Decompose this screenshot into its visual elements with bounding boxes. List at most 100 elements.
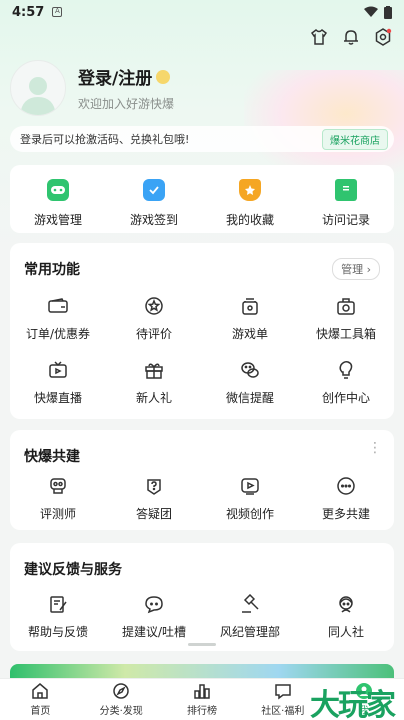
common-item-orders[interactable]: 订单/优惠券 — [10, 295, 106, 342]
manage-button[interactable]: 管理 › — [332, 258, 380, 280]
tab-label: 首页 — [30, 706, 51, 717]
feedback-item-label: 提建议/吐槽 — [121, 625, 187, 639]
common-item-label: 创作中心 — [321, 391, 370, 405]
tab-home[interactable]: 首页 — [0, 679, 81, 720]
common-item-label: 订单/优惠券 — [25, 327, 91, 341]
feedback-item-label: 帮助与反馈 — [27, 625, 88, 639]
quick-action-label: 访问记录 — [321, 213, 370, 227]
common-item-label: 待评价 — [135, 327, 172, 341]
status-time: 4:57 — [12, 4, 45, 20]
watermark-logo: 大玩家 — [310, 680, 396, 720]
login-title[interactable]: 登录/注册 — [78, 64, 152, 89]
feedback-item-fan-club[interactable]: 同人社 — [298, 593, 394, 640]
toolbox-icon — [335, 295, 357, 317]
question-icon — [143, 475, 165, 497]
feedback-item-label: 同人社 — [327, 625, 364, 639]
common-item-game-list[interactable]: 游戏单 — [202, 295, 298, 342]
gavel-icon — [239, 593, 261, 615]
feedback-item-discipline[interactable]: 风纪管理部 — [202, 593, 298, 640]
common-item-label: 快爆直播 — [33, 391, 82, 405]
star-bubble-icon — [143, 295, 165, 317]
edit-note-icon — [47, 593, 69, 615]
tab-discover[interactable]: 分类·发现 — [81, 679, 162, 720]
quick-action-label: 游戏签到 — [129, 213, 178, 227]
profile-text: 登录/注册 欢迎加入好游快爆 — [78, 64, 174, 112]
status-icons — [364, 5, 392, 19]
common-item-label: 快爆工具箱 — [315, 327, 376, 341]
quick-action-game-manage[interactable]: 游戏管理 — [10, 165, 106, 233]
compass-icon — [113, 683, 129, 699]
common-item-toolbox[interactable]: 快爆工具箱 — [298, 295, 394, 342]
coupon-icon — [47, 295, 69, 317]
common-item-label: 微信提醒 — [225, 391, 274, 405]
common-item-creator-center[interactable]: 创作中心 — [298, 359, 394, 406]
cobuild-item-qa-team[interactable]: 答疑团 — [106, 475, 202, 522]
quick-actions-card: 游戏管理 游戏签到 我的收藏 访问记录 — [10, 165, 394, 233]
video-icon — [239, 475, 261, 497]
more-icon — [335, 475, 357, 497]
cobuild-item-more[interactable]: 更多共建 — [298, 475, 394, 522]
reviewer-icon — [47, 475, 69, 497]
home-icon — [32, 683, 49, 699]
cobuild-item-label: 评测师 — [39, 507, 76, 521]
lightbulb-icon — [335, 359, 357, 381]
cobuild-card: 快爆共建 ⋮ 评测师 答疑团 视频创作 更多共建 — [10, 430, 394, 530]
quick-action-label: 我的收藏 — [225, 213, 274, 227]
tv-icon — [47, 359, 69, 381]
tab-label: 分类·发现 — [99, 706, 143, 717]
cobuild-item-label: 答疑团 — [135, 507, 172, 521]
avatar[interactable] — [10, 60, 66, 116]
gift-icon — [143, 359, 165, 381]
wechat-icon — [239, 359, 261, 381]
quick-action-favorites[interactable]: 我的收藏 — [202, 165, 298, 233]
top-toolbar — [308, 26, 394, 48]
more-options-icon[interactable]: ⋮ — [368, 441, 382, 455]
feedback-row: 帮助与反馈 提建议/吐槽 风纪管理部 同人社 — [10, 593, 394, 640]
login-register-link[interactable]: 登录/注册 — [78, 64, 174, 89]
feedback-item-suggestion[interactable]: 提建议/吐槽 — [106, 593, 202, 640]
battery-icon — [384, 5, 392, 19]
login-promo-banner[interactable]: 登录后可以抢激活码、兑换礼包哦! 爆米花商店 — [10, 126, 394, 152]
cobuild-item-reviewer[interactable]: 评测师 — [10, 475, 106, 522]
header-decoration — [244, 70, 404, 180]
status-bar: 4:57 A — [0, 0, 404, 24]
smile-emoji-icon — [156, 69, 171, 84]
cobuild-item-label: 更多共建 — [321, 507, 370, 521]
common-item-label: 游戏单 — [231, 327, 268, 341]
common-item-pending-review[interactable]: 待评价 — [106, 295, 202, 342]
section-title: 快爆共建 — [24, 449, 80, 465]
common-item-wechat-remind[interactable]: 微信提醒 — [202, 359, 298, 406]
section-title: 常用功能 — [24, 262, 80, 278]
fan-club-icon — [335, 593, 357, 615]
manage-label[interactable]: 管理 — [341, 263, 363, 276]
gamepad-icon — [47, 179, 69, 201]
tab-label: 排行榜 — [186, 706, 217, 717]
star-badge-icon — [239, 179, 261, 201]
feedback-service-card: 建议反馈与服务 帮助与反馈 提建议/吐槽 风纪管理部 同人社 — [10, 543, 394, 651]
quick-action-game-signin[interactable]: 游戏签到 — [106, 165, 202, 233]
common-item-label: 新人礼 — [135, 391, 172, 405]
community-icon — [275, 684, 291, 700]
scroll-handle[interactable] — [188, 643, 216, 646]
section-title: 建议反馈与服务 — [24, 562, 122, 578]
feedback-item-help[interactable]: 帮助与反馈 — [10, 593, 106, 640]
common-item-live[interactable]: 快爆直播 — [10, 359, 106, 406]
popcorn-shop-button[interactable]: 爆米花商店 — [322, 128, 388, 150]
skin-shirt-icon[interactable] — [308, 26, 330, 48]
bell-icon[interactable] — [340, 26, 362, 48]
cobuild-item-video-creation[interactable]: 视频创作 — [202, 475, 298, 522]
quick-action-history[interactable]: 访问记录 — [298, 165, 394, 233]
profile-section[interactable]: 登录/注册 欢迎加入好游快爆 — [10, 60, 174, 116]
tab-ranking[interactable]: 排行榜 — [162, 679, 243, 720]
watermark-text: 大玩家 — [310, 688, 396, 720]
settings-gear-icon[interactable] — [372, 26, 394, 48]
wifi-icon — [364, 6, 378, 17]
promo-text: 登录后可以抢激活码、兑换礼包哦! — [20, 133, 190, 146]
common-item-newbie-gift[interactable]: 新人礼 — [106, 359, 202, 406]
notification-icon: A — [52, 7, 63, 17]
cobuild-row: 评测师 答疑团 视频创作 更多共建 — [10, 475, 394, 522]
tab-label: 社区·福利 — [261, 706, 305, 717]
ranking-icon — [194, 684, 210, 699]
welcome-subtitle: 欢迎加入好游快爆 — [78, 97, 175, 111]
common-functions-row-1: 订单/优惠券 待评价 游戏单 快爆工具箱 — [10, 295, 394, 342]
